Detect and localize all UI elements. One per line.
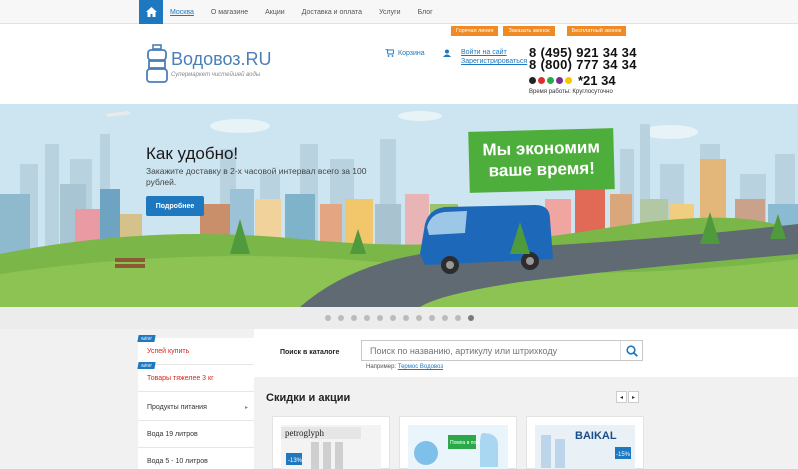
sidebar-item-water-5-10l[interactable]: Вода 5 - 10 литров: [138, 448, 254, 469]
nav-city-moscow[interactable]: Москва: [170, 9, 194, 16]
city-illustration: [0, 104, 798, 307]
new-badge: NEW: [137, 335, 156, 342]
slider-dot[interactable]: [337, 315, 344, 321]
sidebar-item-label: Вода 5 - 10 литров: [147, 457, 208, 465]
nav-promotions[interactable]: Акции: [265, 9, 285, 16]
slider-dot[interactable]: [467, 315, 474, 321]
mobile-operators: *21 34: [529, 73, 616, 88]
search-label: Поиск в каталоге: [280, 349, 340, 356]
phone-toll-free[interactable]: 8 (800) 777 34 34: [529, 58, 637, 71]
slider-dot[interactable]: [389, 315, 396, 321]
example-prefix: Например:: [366, 364, 397, 370]
account-links: Войти на сайт Зарегистрироваться: [461, 48, 527, 66]
cart-icon: [385, 49, 394, 57]
tele2-icon: [556, 77, 563, 84]
search-button[interactable]: [620, 341, 642, 360]
sidebar-item-label: Товары тяжелее 3 кг: [147, 374, 214, 382]
home-icon: [145, 7, 157, 17]
sidebar-item-label: Успей купить: [147, 347, 190, 355]
megafon-icon: [547, 77, 554, 84]
card-brand: BAIKAL: [575, 430, 617, 442]
site-header: Горячая линия Заказать звонок Бесплатный…: [0, 24, 798, 104]
login-link[interactable]: Войти на сайт: [461, 48, 527, 57]
slider-dot[interactable]: [454, 315, 461, 321]
logo-bottle-icon[interactable]: [146, 44, 168, 84]
search-icon: [625, 344, 638, 357]
card-badge: -13%: [288, 458, 303, 464]
product-card[interactable]: petroglyph -13%: [272, 416, 390, 469]
slider-dot[interactable]: [415, 315, 422, 321]
slider-dot[interactable]: [376, 315, 383, 321]
hero-banner[interactable]: Как удобно! Закажите доставку в 2-х часо…: [0, 104, 798, 307]
sidebar-item-water-19l[interactable]: Вода 19 литров: [138, 421, 254, 448]
sidebar-item-hurry[interactable]: NEW Успей купить: [137, 335, 254, 365]
nav-services[interactable]: Услуги: [379, 9, 401, 16]
sidebar-item-heavy-goods[interactable]: NEW Товары тяжелее 3 кг: [137, 362, 254, 392]
short-number[interactable]: *21 34: [578, 73, 616, 88]
home-button[interactable]: [139, 0, 163, 24]
sidebar-item-label: Продукты питания: [147, 403, 207, 411]
hotline-button[interactable]: Горячая линия: [451, 26, 499, 36]
chevron-right-icon: ▸: [244, 405, 248, 411]
beeline-icon: [565, 77, 572, 84]
header-action-buttons: Горячая линия Заказать звонок Бесплатный…: [451, 26, 631, 36]
banner-text: Закажите доставку в 2-х часовой интервал…: [146, 166, 367, 187]
working-hours: Время работы: Круглосуточно: [529, 89, 613, 95]
user-icon: [443, 49, 451, 57]
phone-numbers: 8 (495) 921 34 34 8 (800) 777 34 34: [529, 46, 637, 71]
slider-dot[interactable]: [324, 315, 331, 321]
nav-links: Москва О магазине Акции Доставка и оплат…: [170, 0, 450, 24]
nav-delivery[interactable]: Доставка и оплата: [302, 9, 362, 16]
cart-link[interactable]: Корзина: [385, 49, 425, 57]
new-badge: NEW: [137, 362, 156, 369]
search-input[interactable]: [362, 341, 620, 360]
slider-dot[interactable]: [428, 315, 435, 321]
slider-dot[interactable]: [363, 315, 370, 321]
product-image: BAIKAL -15%: [535, 425, 635, 469]
banner-more-button[interactable]: Подробнее: [146, 196, 204, 216]
slider-dot[interactable]: [350, 315, 357, 321]
free-call-button[interactable]: Бесплатный звонок: [566, 26, 627, 36]
cart-label: Корзина: [398, 49, 425, 57]
next-button[interactable]: ▸: [628, 391, 639, 403]
logo-text[interactable]: Водовоз.RU: [171, 49, 272, 70]
catalog-sidebar: NEW Успей купить NEW Товары тяжелее 3 кг…: [137, 335, 254, 469]
search-box: [361, 340, 643, 361]
slider-dot[interactable]: [402, 315, 409, 321]
sales-pager: ◂ ▸: [615, 391, 639, 403]
operator-icon: [529, 77, 536, 84]
product-card[interactable]: BAIKAL -15%: [526, 416, 644, 469]
example-link[interactable]: Термос Водовоз: [398, 364, 443, 370]
banner-title: Как удобно!: [146, 144, 239, 163]
mts-icon: [538, 77, 545, 84]
search-example: Например: Термос Водовоз: [366, 364, 443, 370]
sidebar-item-food[interactable]: Продукты питания ▸: [138, 394, 254, 421]
nav-about[interactable]: О магазине: [211, 9, 248, 16]
register-link[interactable]: Зарегистрироваться: [461, 57, 527, 66]
slider-dot[interactable]: [441, 315, 448, 321]
logo-slogan: Супермаркет чистейшей воды: [171, 72, 261, 78]
nav-blog[interactable]: Блог: [418, 9, 433, 16]
product-card[interactable]: Помпа в подарок: [399, 416, 517, 469]
top-navigation: Москва О магазине Акции Доставка и оплат…: [0, 0, 798, 24]
sidebar-item-label: Вода 19 литров: [147, 430, 198, 438]
promo-sign: Мы экономим ваше время!: [468, 128, 615, 193]
card-badge: -15%: [616, 452, 631, 458]
product-image: Помпа в подарок: [408, 425, 508, 469]
prev-button[interactable]: ◂: [616, 391, 627, 403]
card-brand: petroglyph: [285, 428, 324, 438]
order-call-button[interactable]: Заказать звонок: [503, 26, 555, 36]
slider-dots: [0, 307, 798, 329]
product-image: petroglyph -13%: [281, 425, 381, 469]
sales-title: Скидки и акции: [266, 392, 351, 404]
